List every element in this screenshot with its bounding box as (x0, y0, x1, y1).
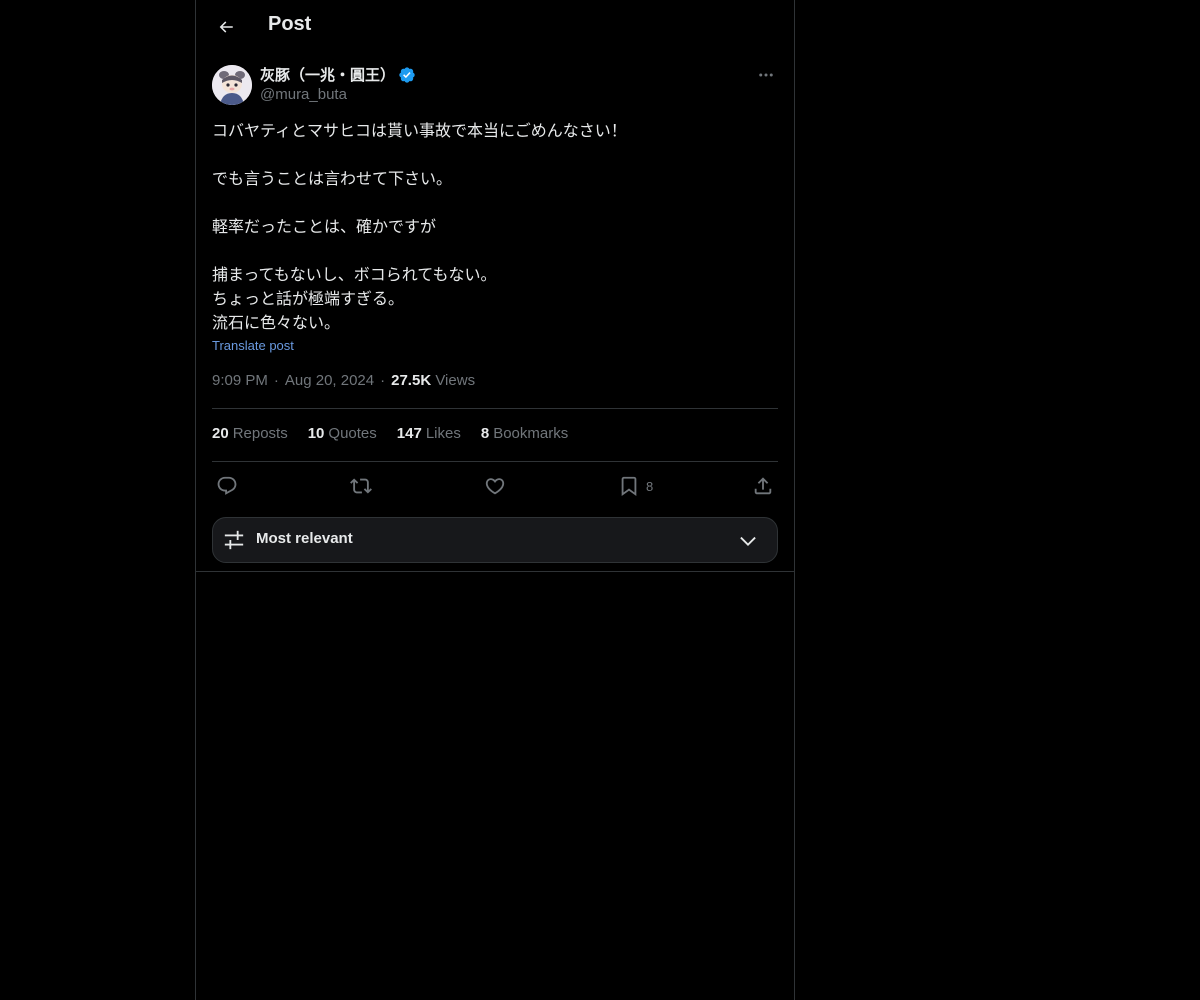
avatar[interactable] (212, 65, 252, 105)
reply-button[interactable] (216, 472, 238, 500)
bookmark-count: 8 (646, 478, 654, 494)
likes-label: Likes (425, 425, 461, 442)
share-button[interactable] (752, 472, 774, 500)
verified-badge-icon (399, 67, 415, 83)
bookmarks-stat[interactable]: 8 Bookmarks (481, 425, 568, 442)
separator-dot: · (273, 372, 279, 389)
avatar-illustration-icon (212, 65, 252, 105)
heart-icon (485, 478, 505, 495)
more-horizontal-icon (759, 73, 773, 77)
post-line: ちょっと話が極端すぎる。 (212, 289, 405, 308)
post-line: 軽率だったことは、確かですが (212, 217, 437, 236)
reply-sort-dropdown[interactable]: Most relevant (212, 517, 778, 563)
arrow-left-icon (219, 21, 233, 33)
bookmark-icon (621, 476, 637, 497)
post-line-break (212, 239, 778, 263)
reposts-stat[interactable]: 20 Reposts (212, 425, 288, 442)
likes-stat[interactable]: 147 Likes (397, 425, 461, 442)
post-column: Post 灰豚（一兆・圓王） @mura_buta コバヤティとマサヒコは貰い事… (195, 0, 795, 1000)
quotes-count: 10 (307, 425, 325, 442)
post-header: Post (196, 0, 794, 54)
quotes-label: Quotes (328, 425, 377, 442)
translate-post-link[interactable]: Translate post (212, 338, 294, 353)
quotes-stat[interactable]: 10 Quotes (308, 425, 377, 442)
like-button[interactable] (484, 472, 506, 500)
views-count: 27.5K (391, 372, 432, 389)
post-author: 灰豚（一兆・圓王） @mura_buta (212, 64, 778, 108)
post-line-break (212, 191, 778, 215)
separator-dot: · (380, 372, 386, 389)
divider (212, 461, 778, 462)
bookmark-button[interactable]: 8 (618, 472, 653, 500)
post-stats: 20 Reposts 10 Quotes 147 Likes 8 Bookmarks (212, 425, 568, 442)
post-line: 流石に色々ない。 (212, 313, 341, 332)
reply-icon (217, 476, 237, 495)
more-options-button[interactable] (754, 64, 778, 86)
post-meta: 9:09 PM · Aug 20, 2024 · 27.5K Views (212, 372, 475, 389)
bookmarks-label: Bookmarks (493, 425, 569, 442)
reposts-label: Reposts (232, 425, 288, 442)
user-handle[interactable]: @mura_buta (260, 86, 347, 103)
post-line: でも言うことは言わせて下さい。 (212, 169, 453, 188)
sliders-icon (224, 530, 244, 550)
post-line-break (212, 143, 778, 167)
post-text: コバヤティとマサヒコは貰い事故で本当にごめんなさい！ でも言うことは言わせて下さ… (212, 119, 778, 335)
page-title: Post (268, 13, 312, 35)
divider (212, 408, 778, 409)
section-divider (196, 571, 794, 572)
repost-button[interactable] (350, 472, 372, 500)
views-label: Views (435, 372, 476, 389)
post-time[interactable]: 9:09 PM (212, 372, 268, 389)
repost-icon (350, 478, 372, 494)
bookmarks-count: 8 (480, 425, 490, 442)
chevron-down-icon (740, 536, 756, 546)
post-line: コバヤティとマサヒコは貰い事故で本当にごめんなさい！ (212, 121, 627, 140)
post-line: 捕まってもないし、ボコられてもない。 (212, 265, 497, 284)
sort-label: Most relevant (256, 530, 353, 547)
post-actions: 8 (212, 472, 778, 500)
likes-count: 147 (396, 425, 422, 442)
reposts-count: 20 (212, 425, 229, 442)
post-date[interactable]: Aug 20, 2024 (285, 372, 374, 389)
share-icon (754, 477, 772, 495)
back-button[interactable] (208, 9, 244, 45)
display-name[interactable]: 灰豚（一兆・圓王） (260, 64, 395, 85)
